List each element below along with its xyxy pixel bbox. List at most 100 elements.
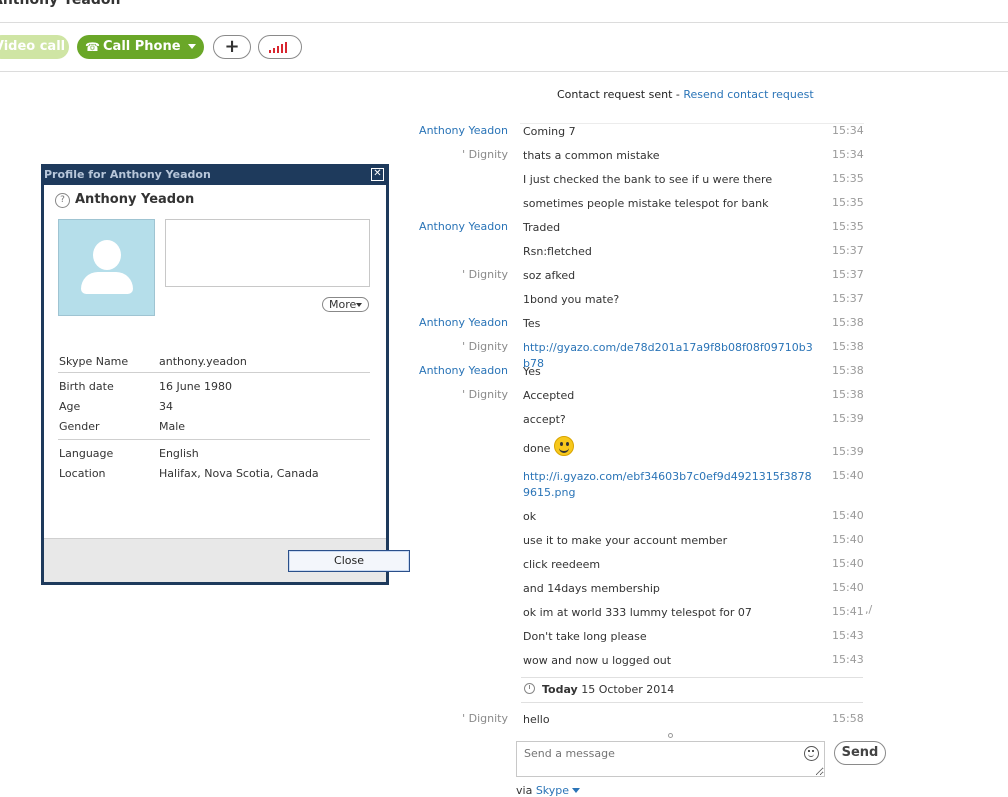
message-sender[interactable]: Anthony Yeadon: [419, 124, 508, 137]
message-time: 15:40: [832, 469, 864, 482]
message-text: Rsn:fletched: [523, 245, 592, 258]
age-label: Age: [59, 400, 81, 413]
skype-status-icon: ?: [55, 193, 70, 208]
message-text: ok im at world 333 lummy telespot for 07: [523, 606, 752, 619]
profile-name: Anthony Yeadon: [75, 192, 195, 207]
message-time: 15:37: [832, 244, 864, 257]
message-text: Accepted: [523, 389, 575, 402]
message-time: 15:43: [832, 629, 864, 642]
smiley-emoticon-icon: [554, 436, 575, 456]
message-time: 15:39: [832, 445, 864, 458]
divider: [58, 372, 370, 373]
location-label: Location: [59, 467, 106, 480]
message-text: Tes: [523, 317, 541, 330]
clock-icon: [524, 683, 535, 694]
contact-request-status: Contact request sent - Resend contact re…: [557, 88, 814, 101]
message-time: 15:34: [832, 148, 864, 161]
message-sender[interactable]: Anthony Yeadon: [419, 220, 508, 233]
message-time: 15:41: [832, 605, 864, 618]
location-value: Halifax, Nova Scotia, Canada: [159, 467, 319, 480]
message-text: Don't take long please: [523, 630, 647, 643]
call-phone-button[interactable]: ☎ Call Phone: [77, 35, 204, 59]
message-time: 15:40: [832, 581, 864, 594]
contact-name-title: Anthony Yeadon: [0, 0, 121, 8]
gender-label: Gender: [59, 420, 100, 433]
message-text: done: [523, 436, 815, 457]
message-text: use it to make your account member: [523, 534, 728, 547]
emoticon-picker-icon[interactable]: [804, 746, 819, 761]
message-text-content: done: [523, 442, 551, 455]
message-text: I just checked the bank to see if u were…: [523, 173, 773, 186]
message-input[interactable]: [516, 741, 825, 777]
header-divider: [0, 22, 1008, 23]
gender-row: Gender Male: [59, 420, 185, 433]
message-time: 15:40: [832, 533, 864, 546]
message-text: hello: [523, 713, 550, 726]
age-value: 34: [159, 400, 173, 413]
resend-contact-request-link[interactable]: Resend contact request: [683, 88, 813, 101]
date-divider-label: Today: [542, 683, 578, 696]
message-time: 15:38: [832, 364, 864, 377]
message-sender[interactable]: ' Dignity: [462, 388, 508, 401]
close-button[interactable]: Close: [288, 550, 410, 572]
message-text: ok: [523, 510, 537, 523]
contact-request-text: Contact request sent -: [557, 88, 680, 101]
call-quality-button[interactable]: [258, 35, 302, 59]
message-text: Traded: [523, 221, 561, 234]
message-time: 15:34: [832, 124, 864, 137]
message-text: Coming 7: [523, 125, 576, 138]
birth-date-row: Birth date 16 June 1980: [59, 380, 232, 393]
close-icon[interactable]: ✕: [371, 168, 384, 181]
date-divider-text: Today 15 October 2014: [542, 683, 674, 696]
message-sender[interactable]: Anthony Yeadon: [419, 316, 508, 329]
message-text: Yes: [523, 365, 541, 378]
language-value: English: [159, 447, 199, 460]
message-time: 15:35: [832, 172, 864, 185]
birth-date-value: 16 June 1980: [159, 380, 232, 393]
language-label: Language: [59, 447, 114, 460]
video-call-button[interactable]: Video call: [0, 35, 69, 59]
message-text: and 14days membership: [523, 582, 660, 595]
message-text: thats a common mistake: [523, 149, 660, 162]
message-text: accept?: [523, 413, 566, 426]
message-sender[interactable]: ' Dignity: [462, 268, 508, 281]
message-sender[interactable]: ' Dignity: [462, 340, 508, 353]
message-sender[interactable]: Anthony Yeadon: [419, 364, 508, 377]
gender-value: Male: [159, 420, 186, 433]
message-text: click reedeem: [523, 558, 601, 571]
profile-dialog: Profile for Anthony Yeadon ✕ ? Anthony Y…: [41, 164, 410, 585]
call-phone-label: Call Phone: [103, 39, 181, 54]
message-time: 15:39: [832, 412, 864, 425]
message-time: 15:38: [832, 316, 864, 329]
add-participant-button[interactable]: +: [213, 35, 251, 59]
age-row: Age 34: [59, 400, 173, 413]
message-link[interactable]: http://i.gyazo.com/ebf34603b7c0ef9d49213…: [523, 469, 815, 501]
skype-name-row: Skype Name anthony.yeadon: [59, 355, 247, 368]
date-divider-date: 15 October 2014: [581, 683, 675, 696]
language-row: Language English: [59, 447, 199, 460]
mood-message-box: [165, 219, 370, 287]
more-button[interactable]: More: [322, 297, 369, 312]
message-sender[interactable]: ' Dignity: [462, 148, 508, 161]
via-skype-link[interactable]: Skype: [536, 784, 569, 797]
chevron-down-icon[interactable]: [188, 44, 196, 49]
chevron-down-icon[interactable]: [572, 788, 581, 793]
profile-body: ? Anthony Yeadon More Skype Name anthony…: [44, 185, 386, 538]
toolbar-divider: [0, 71, 1008, 72]
message-time: 15:37: [832, 292, 864, 305]
message-time: 15:38: [832, 388, 864, 401]
message-text: wow and now u logged out: [523, 654, 672, 667]
skype-name-label: Skype Name: [59, 355, 129, 368]
message-sender[interactable]: ' Dignity: [462, 712, 508, 725]
dialog-footer: Close: [44, 538, 410, 582]
edit-mark: ,/: [865, 603, 873, 616]
birth-date-label: Birth date: [59, 380, 114, 393]
dialog-titlebar[interactable]: Profile for Anthony Yeadon ✕: [41, 164, 389, 185]
send-via-selector[interactable]: via Skype: [516, 784, 581, 797]
phone-icon: ☎: [85, 40, 100, 54]
skype-name-value: anthony.yeadon: [159, 355, 247, 368]
location-row: Location Halifax, Nova Scotia, Canada: [59, 467, 319, 480]
message-time: 15:40: [832, 557, 864, 570]
send-button[interactable]: Send: [834, 741, 886, 765]
message-time: 15:35: [832, 196, 864, 209]
